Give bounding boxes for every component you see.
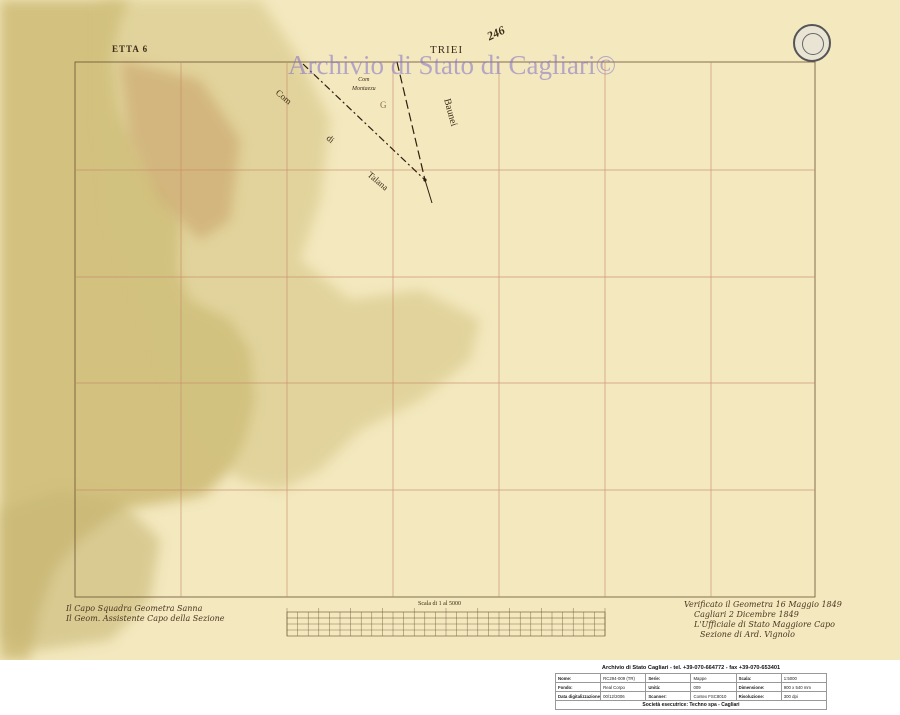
signature-right-1: Verificato il Geometra 16 Maggio 1849 <box>684 600 842 609</box>
footer-row: Data digitalizzazione: 00/12/2006 Scanner:… <box>554 691 828 701</box>
signature-left-2: Il Geom. Assistente Capo della Sezione <box>66 614 225 623</box>
footer-key: Serie: <box>645 673 692 683</box>
footer-key: Risoluzione: <box>735 691 782 701</box>
survey-point <box>423 178 427 182</box>
footer-key: Dimensione: <box>735 682 782 692</box>
footer-company: Società esecutrice: Techno spa - Cagliar… <box>555 701 827 710</box>
watermark: Archivio di Stato di Cagliari© <box>288 50 616 80</box>
sheet-header: ETTA 6 <box>112 44 149 54</box>
signature-right-4: Sezione di Ard. Vignolo <box>700 630 795 639</box>
footer-value: Real Corpo <box>600 682 647 692</box>
map-sheet: ETTA 6 246 TRIEI Archivio di Stato di Ca… <box>0 0 900 660</box>
footer-key: Data digitalizzazione: <box>554 691 602 701</box>
footer-value: 900 x 540 mm <box>780 682 828 692</box>
label-com-monteazzu: Com Montaezu <box>352 77 376 92</box>
footer-value: Contex FSC8010 <box>690 691 737 701</box>
footer-row: Fondo: Real Corpo Unità: 009 Dimensione: 900 … <box>554 682 828 692</box>
footer-key: Unità: <box>645 682 692 692</box>
scale-title: Scala di 1 al 5000 <box>418 601 461 607</box>
footer-key: Scanner: <box>645 691 692 701</box>
signature-right-2: Cagliari 2 Dicembre 1849 <box>694 610 799 619</box>
footer-key: Fondo: <box>554 682 602 692</box>
footer-value: 00/12/2006 <box>600 691 647 701</box>
archive-info-footer: Archivio di Stato Cagliari - tel. +39-07… <box>554 664 828 712</box>
signature-left-1: Il Capo Squadra Geometra Sanna <box>66 604 203 613</box>
footer-value: Mappe <box>690 673 737 683</box>
archive-seal <box>793 24 831 62</box>
footer-value: 009 <box>690 682 737 692</box>
footer-value: 300 dpi <box>780 691 828 701</box>
label-g: G <box>380 100 387 110</box>
footer-value: RC294-009 (TR) <box>600 673 647 683</box>
footer-key: Nome: <box>554 673 602 683</box>
archive-info-table: Nome: RC294-009 (TR) Serie: Mappe Scala: 1:50… <box>554 673 828 701</box>
footer-title: Archivio di Stato Cagliari - tel. +39-07… <box>601 665 781 671</box>
footer-row: Nome: RC294-009 (TR) Serie: Mappe Scala: 1:50… <box>554 673 828 683</box>
footer-key: Scala: <box>735 673 782 683</box>
signature-right-3: L'Ufficiale di Stato Maggiore Capo <box>694 620 835 629</box>
footer-value: 1:5000 <box>780 673 828 683</box>
